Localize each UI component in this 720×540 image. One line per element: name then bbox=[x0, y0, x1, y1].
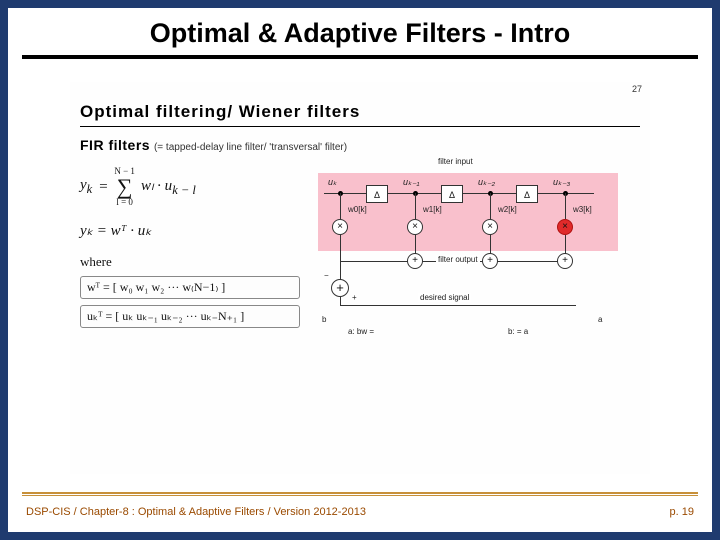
w3-label: w3[k] bbox=[573, 205, 592, 214]
sum-term: wₗ · u bbox=[141, 178, 172, 194]
filter-diagram: filter input uₖ uₖ₋₁ uₖ₋₂ uₖ₋₃ Δ Δ Δ bbox=[318, 159, 638, 329]
sum-term-sub: k − l bbox=[172, 183, 196, 197]
footer-page: p. 19 bbox=[670, 506, 694, 518]
footer: DSP-CIS / Chapter-8 : Optimal & Adaptive… bbox=[26, 506, 694, 518]
inner-slide: 27 Optimal filtering/ Wiener filters FIR… bbox=[70, 82, 650, 474]
content-row: yk = N − 1 ∑ l = 0 wₗ · uk − l yₖ = wᵀ ·… bbox=[80, 159, 640, 334]
inner-page-number: 27 bbox=[632, 84, 642, 94]
u2-label: uₖ₋₂ bbox=[478, 177, 495, 188]
inner-heading: Optimal filtering/ Wiener filters bbox=[80, 102, 640, 122]
desired-up bbox=[340, 297, 341, 306]
where-label: where bbox=[80, 254, 300, 270]
delay-1: Δ bbox=[441, 185, 463, 203]
w2-label: w2[k] bbox=[498, 205, 517, 214]
formulas: yk = N − 1 ∑ l = 0 wₗ · uk − l yₖ = wᵀ ·… bbox=[80, 159, 300, 334]
sum-node-3: + bbox=[557, 253, 573, 269]
inner-subheading: FIR filters (= tapped-delay line filter/… bbox=[80, 137, 640, 153]
u0-label: uₖ bbox=[328, 177, 337, 188]
delay-0: Δ bbox=[366, 185, 388, 203]
tap-3-red: × bbox=[557, 219, 573, 235]
w1-label: w1[k] bbox=[423, 205, 442, 214]
footer-rule bbox=[22, 492, 698, 494]
tapline-2 bbox=[490, 193, 491, 219]
w0-label: w0[k] bbox=[348, 205, 367, 214]
tapline-1 bbox=[415, 193, 416, 219]
inner-rule bbox=[80, 126, 640, 127]
corner-b: b bbox=[322, 315, 326, 324]
equation-vector: yₖ = wᵀ · uₖ bbox=[80, 221, 300, 240]
subheading-strong: FIR filters bbox=[80, 137, 150, 153]
rel-a: a: bw = bbox=[348, 327, 374, 336]
desired-line bbox=[340, 305, 576, 306]
u3-label: uₖ₋₃ bbox=[553, 177, 570, 188]
desired-label: desired signal bbox=[418, 293, 471, 302]
footer-rule-2 bbox=[22, 495, 698, 496]
delay-2: Δ bbox=[516, 185, 538, 203]
u1-label: uₖ₋₁ bbox=[403, 177, 419, 188]
tap-1: × bbox=[407, 219, 423, 235]
tapline-0 bbox=[340, 193, 341, 219]
sigma-icon: N − 1 ∑ l = 0 bbox=[114, 167, 135, 207]
dn-0 bbox=[340, 235, 341, 261]
minus-sign: − bbox=[324, 271, 329, 280]
footer-left: DSP-CIS / Chapter-8 : Optimal & Adaptive… bbox=[26, 506, 366, 518]
plus-sign: + bbox=[352, 293, 357, 302]
title-rule bbox=[22, 55, 698, 59]
sum-lower: l = 0 bbox=[116, 198, 133, 207]
tapline-3 bbox=[565, 193, 566, 219]
sum-node-2: + bbox=[482, 253, 498, 269]
u-vector: uₖᵀ = [ uₖ uₖ₋₁ uₖ₋₂ ··· uₖ₋N₊₁ ] bbox=[80, 305, 300, 328]
w-vector: wᵀ = [ w₀ w₁ w₂ ··· w₍N−1₎ ] bbox=[80, 276, 300, 299]
eq-lhs: y bbox=[80, 177, 87, 193]
tap-2: × bbox=[482, 219, 498, 235]
subheading-paren: (= tapped-delay line filter/ 'transversa… bbox=[154, 142, 347, 153]
corner-a: a bbox=[598, 315, 602, 324]
error-adder: + bbox=[331, 279, 349, 297]
rel-b: b: = a bbox=[508, 327, 528, 336]
eq-eq: = bbox=[98, 179, 108, 196]
slide-title: Optimal & Adaptive Filters - Intro bbox=[8, 8, 712, 55]
sum-node-1: + bbox=[407, 253, 423, 269]
equation-sum: yk = N − 1 ∑ l = 0 wₗ · uk − l bbox=[80, 167, 300, 207]
filter-input-label: filter input bbox=[438, 157, 473, 166]
eq-lhs-sub: k bbox=[87, 182, 93, 196]
tap-0: × bbox=[332, 219, 348, 235]
eq-vec: yₖ = wᵀ · uₖ bbox=[80, 221, 152, 240]
filter-output-label: filter output bbox=[436, 255, 480, 264]
slide: Optimal & Adaptive Filters - Intro 27 Op… bbox=[8, 8, 712, 532]
